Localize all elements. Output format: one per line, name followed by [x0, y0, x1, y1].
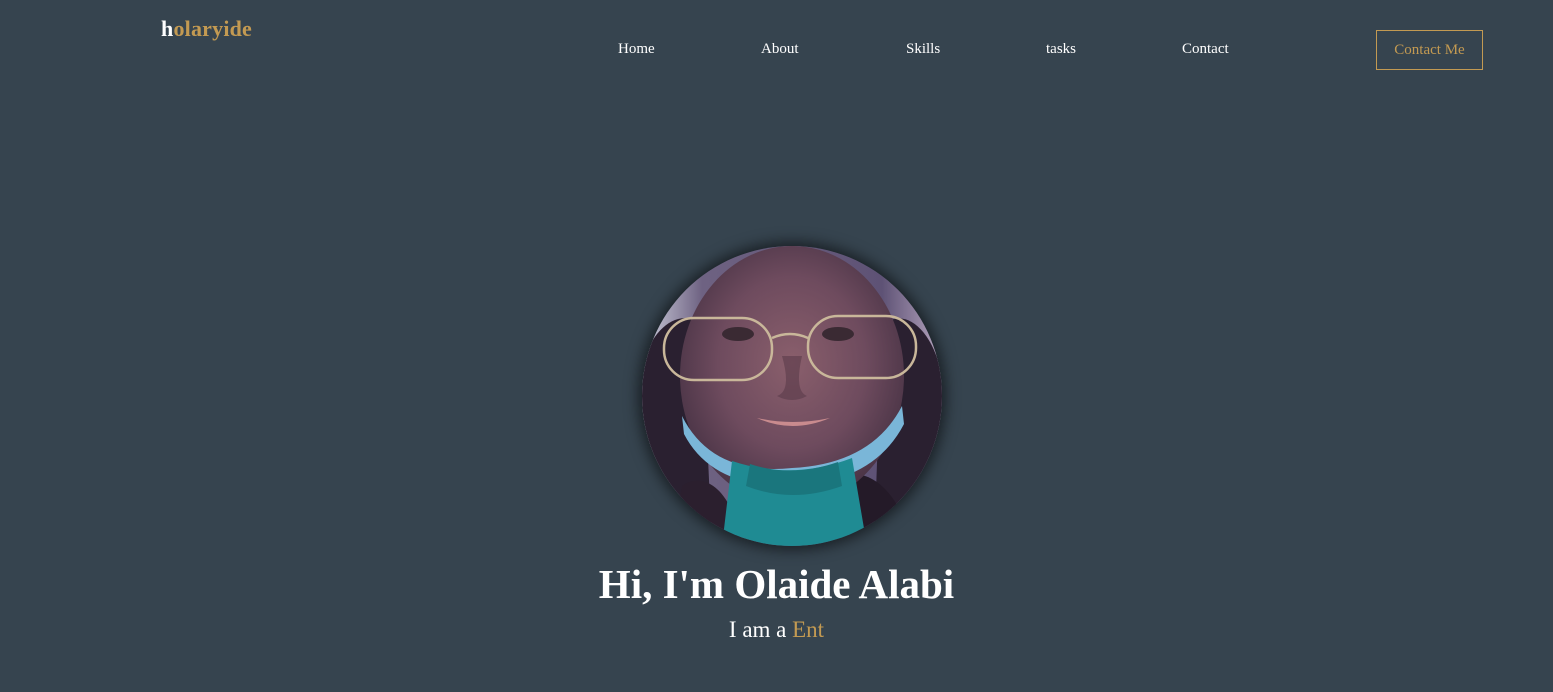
nav-tasks-link[interactable]: tasks — [1046, 41, 1076, 58]
contact-me-button[interactable]: Contact Me — [1376, 30, 1483, 70]
main-nav: Home About Skills tasks Contact — [0, 41, 1553, 61]
nav-about-link[interactable]: About — [761, 41, 799, 58]
nav-contact-link[interactable]: Contact — [1182, 41, 1229, 58]
hero-subtitle-prefix: I am a — [728, 617, 787, 642]
nav-skills-link[interactable]: Skills — [906, 41, 940, 58]
hero-title: Hi, I'm Olaide Alabi — [598, 561, 955, 607]
logo-rest: olaryide — [173, 16, 253, 41]
profile-photo — [642, 246, 942, 546]
nav-home-link[interactable]: Home — [618, 41, 655, 58]
hero-subtitle: I am a Ent — [0, 616, 1553, 644]
site-logo[interactable]: holaryide — [161, 16, 252, 42]
logo-first-letter: h — [161, 16, 174, 41]
page: holaryide Home About Skills tasks Contac… — [0, 0, 1553, 692]
hero-typed-role: Ent — [792, 617, 825, 642]
